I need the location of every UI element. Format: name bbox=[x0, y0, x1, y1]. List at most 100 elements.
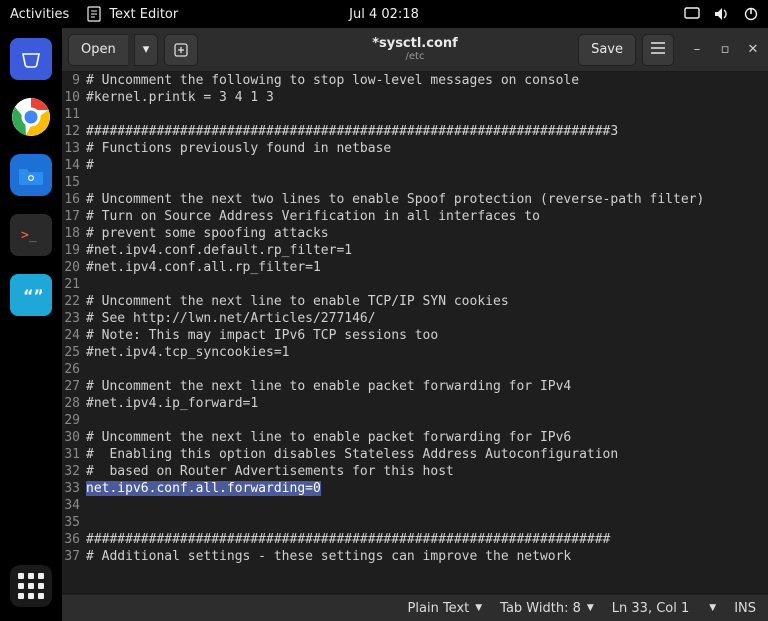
code-line[interactable]: 33net.ipv6.conf.all.forwarding=0 bbox=[62, 480, 768, 497]
window-minimize-button[interactable]: – bbox=[688, 41, 706, 59]
line-number: 20 bbox=[62, 259, 84, 276]
code-line[interactable]: 9# Uncomment the following to stop low-l… bbox=[62, 72, 768, 89]
code-line[interactable]: 29 bbox=[62, 412, 768, 429]
svg-text:“”: “” bbox=[23, 286, 42, 305]
code-line[interactable]: 35 bbox=[62, 514, 768, 531]
header-bar: Open ▾ *sysctl.conf /etc Save – ▫ ✕ bbox=[62, 28, 768, 72]
line-text: #net.ipv4.ip_forward=1 bbox=[84, 395, 258, 412]
line-text bbox=[84, 276, 86, 293]
code-line[interactable]: 28#net.ipv4.ip_forward=1 bbox=[62, 395, 768, 412]
code-line[interactable]: 16# Uncomment the next two lines to enab… bbox=[62, 191, 768, 208]
current-app-name: Text Editor bbox=[109, 7, 178, 22]
code-line[interactable]: 10#kernel.printk = 3 4 1 3 bbox=[62, 89, 768, 106]
clock[interactable]: Jul 4 02:18 bbox=[349, 7, 419, 22]
line-number: 22 bbox=[62, 293, 84, 310]
code-line[interactable]: 24# Note: This may impact IPv6 TCP sessi… bbox=[62, 327, 768, 344]
line-number: 23 bbox=[62, 310, 84, 327]
line-text bbox=[84, 361, 86, 378]
code-line[interactable]: 14# bbox=[62, 157, 768, 174]
line-text: # bbox=[84, 157, 94, 174]
line-text: # Uncomment the next line to enable TCP/… bbox=[84, 293, 509, 310]
new-tab-button[interactable] bbox=[164, 34, 198, 66]
cursor-position[interactable]: Ln 33, Col 1 bbox=[612, 601, 689, 616]
line-number: 18 bbox=[62, 225, 84, 242]
open-recent-dropdown[interactable]: ▾ bbox=[134, 34, 159, 66]
line-text: #kernel.printk = 3 4 1 3 bbox=[84, 89, 274, 106]
window-close-button[interactable]: ✕ bbox=[744, 41, 762, 59]
line-text: # Uncomment the next two lines to enable… bbox=[84, 191, 704, 208]
code-line[interactable]: 23# See http://lwn.net/Articles/277146/ bbox=[62, 310, 768, 327]
open-button[interactable]: Open bbox=[68, 34, 128, 66]
dock-app-notes[interactable]: “” bbox=[10, 274, 52, 316]
dock-app-software[interactable] bbox=[10, 38, 52, 80]
code-line[interactable]: 17# Turn on Source Address Verification … bbox=[62, 208, 768, 225]
code-line[interactable]: 19#net.ipv4.conf.default.rp_filter=1 bbox=[62, 242, 768, 259]
line-text: ########################################… bbox=[84, 123, 618, 140]
show-applications-button[interactable] bbox=[10, 565, 52, 607]
line-number: 36 bbox=[62, 531, 84, 548]
code-line[interactable]: 18# prevent some spoofing attacks bbox=[62, 225, 768, 242]
chevron-down-icon: ▾ bbox=[143, 42, 150, 57]
line-number: 13 bbox=[62, 140, 84, 157]
code-line[interactable]: 20#net.ipv4.conf.all.rp_filter=1 bbox=[62, 259, 768, 276]
line-number: 34 bbox=[62, 497, 84, 514]
tab-width-selector[interactable]: Tab Width: 8▼ bbox=[500, 601, 594, 616]
line-number: 17 bbox=[62, 208, 84, 225]
line-number: 28 bbox=[62, 395, 84, 412]
code-line[interactable]: 27# Uncomment the next line to enable pa… bbox=[62, 378, 768, 395]
code-line[interactable]: 25#net.ipv4.tcp_syncookies=1 bbox=[62, 344, 768, 361]
code-line[interactable]: 15 bbox=[62, 174, 768, 191]
line-text: ########################################… bbox=[84, 531, 610, 548]
line-number: 30 bbox=[62, 429, 84, 446]
line-number: 11 bbox=[62, 106, 84, 123]
line-number: 32 bbox=[62, 463, 84, 480]
current-app-indicator[interactable]: Text Editor bbox=[87, 6, 178, 22]
line-text: # Note: This may impact IPv6 TCP session… bbox=[84, 327, 438, 344]
line-number: 24 bbox=[62, 327, 84, 344]
line-text: # based on Router Advertisements for thi… bbox=[84, 463, 454, 480]
status-bar: Plain Text▼ Tab Width: 8▼ Ln 33, Col 1 ▼… bbox=[62, 595, 768, 621]
dock-app-files[interactable] bbox=[10, 154, 52, 196]
svg-text:>_: >_ bbox=[21, 228, 37, 243]
code-line[interactable]: 37# Additional settings - these settings… bbox=[62, 548, 768, 565]
line-text: #net.ipv4.conf.all.rp_filter=1 bbox=[84, 259, 321, 276]
code-line[interactable]: 26 bbox=[62, 361, 768, 378]
power-icon[interactable] bbox=[744, 7, 758, 21]
dock-app-chrome[interactable] bbox=[12, 98, 50, 136]
line-number: 21 bbox=[62, 276, 84, 293]
title-block: *sysctl.conf /etc bbox=[372, 37, 458, 62]
text-editor-menu-icon bbox=[87, 6, 101, 22]
code-line[interactable]: 22# Uncomment the next line to enable TC… bbox=[62, 293, 768, 310]
volume-icon[interactable] bbox=[714, 7, 730, 21]
code-line[interactable]: 11 bbox=[62, 106, 768, 123]
line-number: 25 bbox=[62, 344, 84, 361]
line-text bbox=[84, 106, 86, 123]
line-number: 26 bbox=[62, 361, 84, 378]
code-line[interactable]: 13# Functions previously found in netbas… bbox=[62, 140, 768, 157]
insert-mode-indicator[interactable]: INS bbox=[734, 601, 756, 616]
chevron-down-icon: ▼ bbox=[587, 603, 594, 613]
code-line[interactable]: 31# Enabling this option disables Statel… bbox=[62, 446, 768, 463]
save-button[interactable]: Save bbox=[578, 34, 636, 66]
line-number: 12 bbox=[62, 123, 84, 140]
line-text: # Enabling this option disables Stateles… bbox=[84, 446, 618, 463]
line-number: 29 bbox=[62, 412, 84, 429]
activities-button[interactable]: Activities bbox=[10, 7, 69, 22]
screen-icon[interactable] bbox=[684, 7, 700, 21]
code-line[interactable]: 21 bbox=[62, 276, 768, 293]
code-line[interactable]: 32# based on Router Advertisements for t… bbox=[62, 463, 768, 480]
highlight-mode-selector[interactable]: Plain Text▼ bbox=[408, 601, 483, 616]
window-maximize-button[interactable]: ▫ bbox=[716, 41, 734, 59]
line-text: # Uncomment the following to stop low-le… bbox=[84, 72, 579, 89]
text-view[interactable]: 9# Uncomment the following to stop low-l… bbox=[62, 72, 768, 595]
gedit-window: Open ▾ *sysctl.conf /etc Save – ▫ ✕ 9# U… bbox=[62, 28, 768, 621]
dock-app-terminal[interactable]: >_ bbox=[10, 214, 52, 256]
code-line[interactable]: 36######################################… bbox=[62, 531, 768, 548]
line-text: #net.ipv4.conf.default.rp_filter=1 bbox=[84, 242, 352, 259]
code-line[interactable]: 34 bbox=[62, 497, 768, 514]
hamburger-menu-button[interactable] bbox=[642, 34, 674, 66]
line-number: 14 bbox=[62, 157, 84, 174]
gnome-top-bar: Activities Text Editor Jul 4 02:18 bbox=[0, 0, 768, 28]
code-line[interactable]: 12######################################… bbox=[62, 123, 768, 140]
code-line[interactable]: 30# Uncomment the next line to enable pa… bbox=[62, 429, 768, 446]
